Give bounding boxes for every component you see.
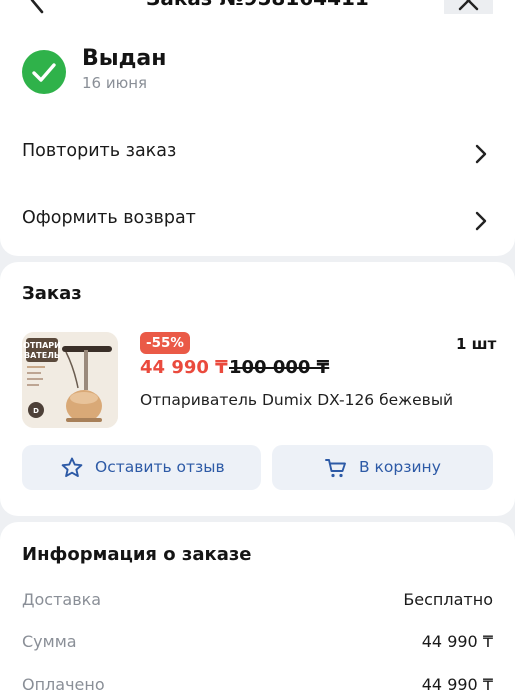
item-price: 44 990 ₸ (140, 357, 228, 378)
return-order-label: Оформить возврат (22, 208, 196, 228)
order-section-title: Заказ (22, 283, 82, 304)
discount-badge: -55% (140, 332, 190, 354)
page-title: Заказ №958164411 (0, 0, 515, 10)
sum-value: 44 990 ₸ (421, 632, 493, 651)
sum-label: Сумма (22, 632, 77, 651)
repeat-order-row[interactable]: Повторить заказ (0, 133, 515, 173)
order-info-title: Информация о заказе (22, 544, 252, 565)
product-image[interactable]: ОТПАРИ ВАТЕЛЬ D (22, 332, 118, 428)
image-text-line2: ВАТЕЛЬ (24, 351, 60, 360)
image-text-line1: ОТПАРИ (23, 341, 61, 350)
product-name[interactable]: Отпариватель Dumix DX-126 бежевый (140, 391, 453, 409)
delivery-value: Бесплатно (403, 590, 493, 609)
return-order-row[interactable]: Оформить возврат (0, 200, 515, 240)
add-to-cart-button[interactable]: В корзину (272, 445, 493, 490)
status-date: 16 июня (82, 74, 148, 92)
svg-text:D: D (33, 407, 39, 415)
leave-review-label: Оставить отзыв (95, 458, 225, 476)
cart-icon (325, 459, 346, 478)
item-quantity: 1 шт (456, 335, 497, 353)
paid-label: Оплачено (22, 675, 105, 694)
add-to-cart-label: В корзину (359, 458, 441, 476)
order-status: Выдан (82, 46, 167, 71)
item-old-price: 100 000 ₸ (229, 357, 330, 378)
check-circle-icon (22, 50, 66, 94)
chevron-right-icon (475, 144, 487, 164)
repeat-order-label: Повторить заказ (22, 141, 177, 161)
leave-review-button[interactable]: Оставить отзыв (22, 445, 261, 490)
chevron-right-icon (475, 211, 487, 231)
paid-value: 44 990 ₸ (421, 675, 493, 694)
star-icon (61, 457, 83, 478)
delivery-label: Доставка (22, 590, 102, 609)
